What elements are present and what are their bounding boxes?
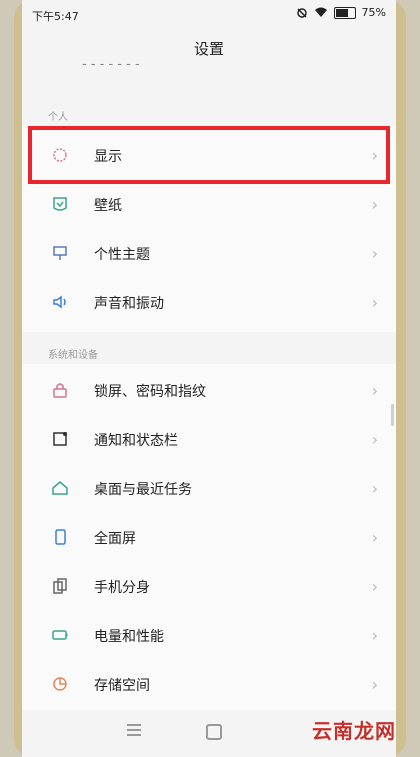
settings-item-desktop[interactable]: 桌面与最近任务 › [22,464,396,512]
chevron-right-icon: › [371,430,378,449]
settings-item-wallpaper[interactable]: 壁纸 › [22,180,396,228]
status-time: 下午5:47 [32,10,79,23]
status-icons: 75% [296,6,386,19]
home-icon [52,481,68,495]
settings-item-label: 通知和状态栏 [94,433,178,449]
chevron-right-icon: › [371,626,378,645]
settings-item-label: 壁纸 [94,198,122,214]
fullscreen-icon [55,529,66,545]
settings-item-lockscreen[interactable]: 锁屏、密码和指纹 › [22,366,396,414]
sound-icon [53,295,66,309]
storage-icon [53,677,67,691]
page-title: 设置 [193,40,224,58]
status-bar: 下午5:47 75% [22,0,396,28]
settings-item-label: 全面屏 [94,531,136,547]
settings-item-label: 存储空间 [94,678,150,694]
settings-item-notifications[interactable]: 通知和状态栏 › [22,415,396,463]
section-label-system: 系统和设备 [48,350,98,361]
chevron-right-icon: › [371,577,378,596]
section-label-personal: 个人 [48,112,68,123]
chevron-right-icon: › [371,195,378,214]
menu-icon[interactable] [127,724,141,739]
chevron-right-icon: › [371,293,378,312]
battery-icon [333,6,356,19]
wifi-icon [314,7,327,17]
settings-item-label: 声音和振动 [94,296,164,312]
settings-item-dual-apps[interactable]: 手机分身 › [22,562,396,610]
chevron-right-icon: › [371,381,378,400]
highlight-box [28,126,390,184]
theme-icon [53,246,67,260]
chevron-right-icon: › [371,479,378,498]
settings-item-fullscreen[interactable]: 全面屏 › [22,513,396,561]
settings-item-label: 手机分身 [94,580,150,596]
battery-icon [52,630,68,640]
chevron-right-icon: › [371,675,378,694]
settings-item-storage[interactable]: 存储空间 › [22,660,396,708]
settings-item-battery[interactable]: 电量和性能 › [22,611,396,659]
settings-screen: 下午5:47 75% 设置 - - - - - - - 个人 显示 › 壁纸 ›… [22,0,396,757]
settings-item-theme[interactable]: 个性主题 › [22,229,396,277]
section-card-system: 锁屏、密码和指纹 › 通知和状态栏 › 桌面与最近任务 › 全面屏 › 手机分身… [22,364,396,710]
notification-icon [53,432,67,446]
sync-icon [296,7,307,18]
lock-icon [53,383,67,398]
chevron-right-icon: › [371,528,378,547]
settings-item-label: 桌面与最近任务 [94,482,192,498]
settings-item-label: 锁屏、密码和指纹 [94,384,206,400]
settings-item-label: 电量和性能 [94,629,164,645]
scrollbar-thumb[interactable] [391,404,394,426]
battery-percent: 75% [361,6,386,19]
chevron-right-icon: › [371,244,378,263]
scrolled-partial-row: - - - - - - - [82,60,140,72]
wallpaper-icon [53,197,67,211]
settings-item-label: 个性主题 [94,247,150,263]
settings-item-sound[interactable]: 声音和振动 › [22,278,396,326]
home-button-icon[interactable] [206,724,222,740]
watermark: 云南龙网 [312,719,396,743]
clone-icon [53,578,67,594]
